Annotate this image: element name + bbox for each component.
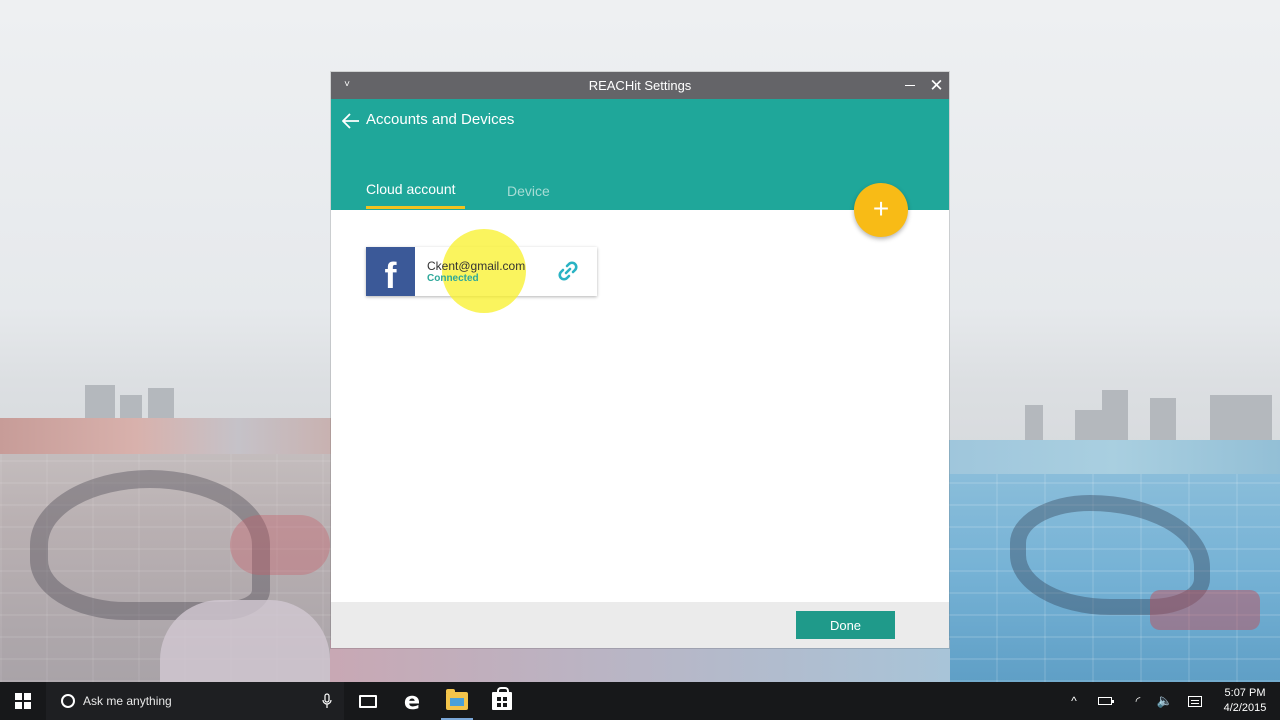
dialog-footer: Done [331,602,949,648]
account-card-facebook[interactable]: f Ckent@gmail.com Connected [366,229,597,313]
facebook-icon: f [366,247,415,296]
microphone-icon[interactable] [322,693,332,709]
skyline-building [85,385,115,419]
skyline-building [148,388,174,418]
title-bar[interactable]: ˅ REACHit Settings ✕ [331,72,949,99]
done-button[interactable]: Done [796,611,895,639]
settings-window: ˅ REACHit Settings ✕ Accounts and Device… [331,72,949,648]
active-tab-indicator [366,206,465,209]
add-account-button[interactable]: + [854,183,908,237]
window-menu-icon[interactable]: ˅ [339,77,355,93]
battery-icon[interactable] [1092,682,1118,720]
back-arrow-icon[interactable] [339,109,363,133]
cortana-icon [61,694,75,708]
wifi-icon[interactable]: ◜ [1125,682,1151,720]
close-button[interactable]: ✕ [924,72,949,99]
minimize-button[interactable] [897,72,923,99]
volume-icon[interactable]: 🔈 [1152,682,1178,720]
graffiti-wall-right-top [948,440,1280,474]
task-view-button[interactable] [346,682,390,720]
account-email: Ckent@gmail.com [427,259,526,273]
page-header: Accounts and Devices Cloud account Devic… [331,99,949,210]
show-hidden-icons-button[interactable]: ^ [1062,682,1086,720]
minimize-icon [905,85,915,86]
link-icon[interactable] [556,259,580,283]
edge-button[interactable]: e [390,682,434,720]
file-explorer-button[interactable] [435,682,479,720]
back-arrow-svg [342,113,359,129]
folder-icon [446,689,468,710]
taskbar-clock[interactable]: 5:07 PM 4/2/2015 [1214,686,1276,716]
graffiti-wall-left-top [0,418,340,454]
store-button[interactable] [480,682,524,720]
page-title: Accounts and Devices [366,111,515,128]
task-view-icon [359,694,377,708]
store-icon [492,687,512,710]
skyline-building [120,395,142,419]
clock-time: 5:07 PM [1224,687,1266,699]
window-title: REACHit Settings [588,78,692,93]
tab-cloud-account[interactable]: Cloud account [366,181,456,197]
graffiti-mark [230,515,330,575]
search-placeholder: Ask me anything [83,694,172,708]
windows-logo-icon [15,693,31,709]
tab-device[interactable]: Device [507,183,550,199]
action-center-icon[interactable] [1182,682,1208,720]
clock-date: 4/2/2015 [1223,702,1267,714]
account-status: Connected [427,273,479,284]
taskbar: Ask me anything e ^ ◜ 🔈 5:07 PM 4/2/2015 [0,682,1280,720]
graffiti-mark [1150,590,1260,630]
edge-icon: e [403,687,421,715]
taskbar-search[interactable]: Ask me anything [46,682,344,720]
start-button[interactable] [0,682,46,720]
graffiti-mark [160,600,330,682]
